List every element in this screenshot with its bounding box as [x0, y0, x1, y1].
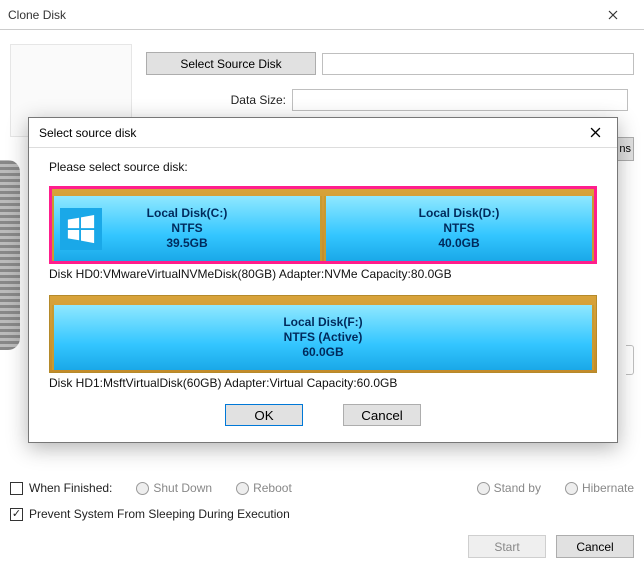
reboot-radio[interactable] [236, 482, 249, 495]
main-window-title: Clone Disk [8, 8, 590, 22]
when-finished-label: When Finished: [29, 481, 112, 495]
partition-label: Local Disk(C:)NTFS39.5GB [147, 206, 228, 251]
windows-logo-icon [60, 208, 102, 250]
partition-label: Local Disk(D:)NTFS40.0GB [419, 206, 500, 251]
partition[interactable]: Local Disk(C:)NTFS39.5GB [52, 196, 322, 261]
prevent-sleep-checkbox[interactable]: ✓ [10, 508, 23, 521]
dialog-titlebar: Select source disk [29, 118, 617, 148]
disk-bar[interactable]: Local Disk(F:)NTFS (Active)60.0GB [49, 295, 597, 373]
bottom-controls: ns When Finished: Shut Down Reboot Stand… [10, 475, 634, 558]
dialog-prompt: Please select source disk: [49, 160, 597, 174]
truncated-field-edge [626, 345, 634, 375]
main-close-button[interactable] [590, 0, 636, 30]
select-source-disk-button[interactable]: Select Source Disk [146, 52, 316, 75]
partition[interactable]: Local Disk(F:)NTFS (Active)60.0GB [52, 305, 594, 370]
disk-bar[interactable]: Local Disk(C:)NTFS39.5GB Local Disk(D:)NT… [49, 186, 597, 264]
disk-group-0[interactable]: Local Disk(C:)NTFS39.5GB Local Disk(D:)NT… [49, 186, 597, 281]
data-size-label: Data Size: [146, 93, 286, 107]
dialog-cancel-button[interactable]: Cancel [343, 404, 421, 426]
disk-group-1[interactable]: Local Disk(F:)NTFS (Active)60.0GB Disk HD… [49, 295, 597, 390]
partition-label: Local Disk(F:)NTFS (Active)60.0GB [283, 315, 362, 360]
main-titlebar: Clone Disk [0, 0, 644, 30]
partition[interactable]: Local Disk(D:)NTFS40.0GB [324, 196, 594, 261]
main-cancel-button[interactable]: Cancel [556, 535, 634, 558]
when-finished-checkbox[interactable] [10, 482, 23, 495]
select-source-disk-dialog: Select source disk Please select source … [28, 117, 618, 443]
hibernate-label: Hibernate [582, 481, 634, 495]
disk-platter-art [0, 160, 20, 350]
data-size-field [292, 89, 628, 111]
stand-by-radio[interactable] [477, 482, 490, 495]
stand-by-label: Stand by [494, 481, 541, 495]
source-disk-field[interactable] [322, 53, 634, 75]
dialog-close-button[interactable] [573, 118, 617, 148]
reboot-label: Reboot [253, 481, 292, 495]
dialog-title: Select source disk [39, 126, 573, 140]
prevent-sleep-label: Prevent System From Sleeping During Exec… [29, 507, 290, 521]
disk-list: Local Disk(C:)NTFS39.5GB Local Disk(D:)NT… [49, 186, 597, 390]
disk-meta: Disk HD0:VMwareVirtualNVMeDisk(80GB) Ada… [49, 267, 597, 281]
shut-down-radio[interactable] [136, 482, 149, 495]
dialog-ok-button[interactable]: OK [225, 404, 303, 426]
start-button[interactable]: Start [468, 535, 546, 558]
shut-down-label: Shut Down [153, 481, 212, 495]
hibernate-radio[interactable] [565, 482, 578, 495]
disk-meta: Disk HD1:MsftVirtualDisk(60GB) Adapter:V… [49, 376, 597, 390]
